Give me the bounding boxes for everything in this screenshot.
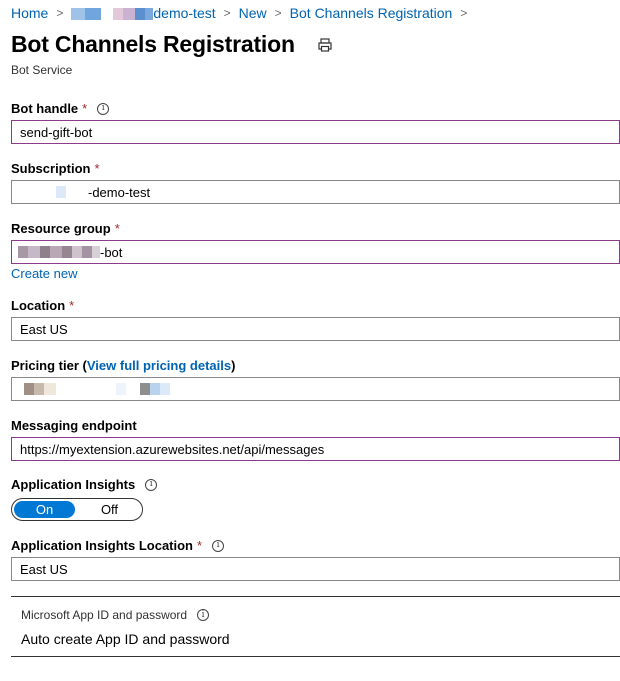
redacted-block: [28, 246, 40, 258]
location-select[interactable]: East US: [11, 317, 620, 341]
app-insights-location-select[interactable]: East US: [11, 557, 620, 581]
required-marker: *: [82, 101, 88, 116]
redacted-block: [116, 383, 126, 395]
redacted-block: [56, 186, 66, 198]
info-icon[interactable]: i: [212, 539, 225, 552]
redacted-block: [150, 383, 160, 395]
redacted-block: [72, 246, 82, 258]
chevron-right-icon: >: [56, 6, 64, 20]
required-marker: *: [114, 221, 120, 236]
location-label-text: Location: [11, 298, 66, 313]
app-insights-label-text: Application Insights: [11, 477, 136, 492]
redacted-block: [50, 246, 62, 258]
redacted-block: [160, 383, 170, 395]
create-new-link[interactable]: Create new: [11, 266, 77, 281]
breadcrumb-home[interactable]: Home: [11, 5, 48, 21]
page-subtitle: Bot Service: [11, 63, 73, 77]
redacted-block: [135, 8, 146, 21]
redacted-block: [92, 246, 100, 258]
app-insights-location-label-text: Application Insights Location: [11, 538, 193, 553]
print-icon[interactable]: [317, 37, 333, 53]
redacted-block: [140, 383, 150, 395]
pricing-tier-select[interactable]: [11, 377, 620, 401]
divider: [11, 596, 620, 597]
app-insights-label: Application Insights i: [11, 477, 158, 492]
location-label: Location *: [11, 298, 74, 313]
pricing-tier-label-text: Pricing tier (: [11, 358, 87, 373]
chevron-right-icon: >: [223, 6, 231, 20]
page-title: Bot Channels Registration: [11, 31, 295, 57]
redacted-block: [20, 186, 56, 198]
app-insights-toggle[interactable]: On Off: [11, 498, 143, 521]
bot-handle-input[interactable]: send-gift-bot: [11, 120, 620, 144]
redacted-block: [62, 246, 72, 258]
divider: [11, 656, 620, 657]
view-pricing-link[interactable]: View full pricing details: [87, 358, 231, 373]
messaging-endpoint-label-text: Messaging endpoint: [11, 418, 137, 433]
redacted-block: [123, 8, 136, 21]
breadcrumb-bot-channels[interactable]: Bot Channels Registration: [290, 5, 453, 21]
redacted-block: [24, 383, 34, 395]
resource-group-value: -bot: [100, 244, 123, 260]
breadcrumb-resource[interactable]: demo-test: [71, 5, 216, 21]
redacted-block: [82, 246, 92, 258]
app-insights-location-label: Application Insights Location * i: [11, 538, 225, 553]
subscription-select[interactable]: -demo-test: [11, 180, 620, 204]
required-marker: *: [69, 298, 75, 313]
redacted-block: [85, 8, 102, 21]
toggle-off-option[interactable]: Off: [77, 499, 142, 520]
bot-handle-label: Bot handle * i: [11, 101, 110, 116]
redacted-block: [40, 246, 50, 258]
redacted-block: [44, 383, 56, 395]
breadcrumb: Home > demo-test > New > Bot Channels Re…: [11, 5, 475, 21]
required-marker: *: [197, 538, 203, 553]
toggle-on-option[interactable]: On: [14, 501, 75, 518]
chevron-right-icon: >: [274, 6, 282, 20]
breadcrumb-new[interactable]: New: [239, 5, 267, 21]
app-id-label: Microsoft App ID and password i: [21, 608, 210, 622]
info-icon[interactable]: i: [197, 609, 210, 621]
breadcrumb-resource-label: demo-test: [153, 5, 216, 21]
pricing-tier-label: Pricing tier (View full pricing details): [11, 358, 235, 373]
redacted-block: [113, 8, 124, 21]
redacted-block: [18, 246, 28, 258]
pricing-tier-label-suffix: ): [231, 358, 236, 373]
app-id-value[interactable]: Auto create App ID and password: [21, 631, 230, 647]
app-id-label-text: Microsoft App ID and password: [21, 608, 188, 622]
info-icon[interactable]: i: [145, 478, 158, 491]
resource-group-label-text: Resource group: [11, 221, 111, 236]
redacted-block: [71, 8, 86, 21]
resource-group-label: Resource group *: [11, 221, 120, 236]
subscription-label-text: Subscription: [11, 161, 91, 176]
resource-group-select[interactable]: -bot: [11, 240, 620, 264]
chevron-right-icon: >: [460, 6, 468, 20]
subscription-label: Subscription *: [11, 161, 100, 176]
subscription-value: -demo-test: [88, 184, 151, 200]
bot-handle-label-text: Bot handle: [11, 101, 79, 116]
info-icon[interactable]: i: [97, 102, 110, 115]
messaging-endpoint-input[interactable]: https://myextension.azurewebsites.net/ap…: [11, 437, 620, 461]
messaging-endpoint-label: Messaging endpoint: [11, 418, 137, 433]
required-marker: *: [94, 161, 100, 176]
redacted-block: [34, 383, 44, 395]
title-row: Bot Channels Registration: [11, 31, 333, 58]
